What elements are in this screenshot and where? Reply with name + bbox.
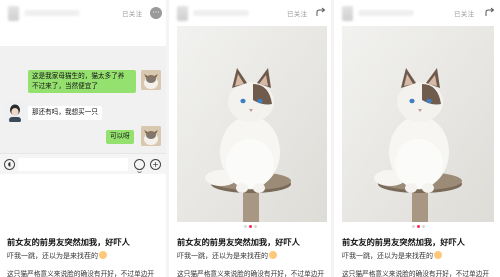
page-dot <box>254 225 257 228</box>
chat-bubble-them: 那还有吗，我想买一只 <box>28 106 102 120</box>
chat-text: 那还有吗，我想买一只 <box>32 108 98 116</box>
post-header: 已关注 ··· <box>0 0 166 28</box>
cat-photo[interactable] <box>177 26 327 222</box>
contact-avatar <box>5 102 25 122</box>
message-input[interactable] <box>18 158 128 171</box>
ragdoll-cat-image <box>177 26 327 222</box>
share-icon[interactable] <box>315 7 327 19</box>
chat-text: 这是我家母猫生的，猫太多了养 <box>32 72 125 80</box>
post-title[interactable]: 前女友的前男友突然加我，好吓人 <box>7 236 130 248</box>
author-avatar[interactable] <box>177 6 188 21</box>
cat-photo[interactable] <box>342 26 494 222</box>
cat-avatar <box>141 126 161 146</box>
face-emoji-icon <box>269 251 277 259</box>
author-avatar[interactable] <box>8 6 19 21</box>
page-dot <box>412 225 415 228</box>
cat-avatar-icon <box>141 126 161 146</box>
post-title[interactable]: 前女友的前男友突然加我，好吓人 <box>177 236 300 248</box>
follow-status[interactable]: 已关注 <box>122 8 142 18</box>
author-name[interactable] <box>193 10 249 16</box>
page-dot-active <box>249 225 252 228</box>
more-icon[interactable]: ··· <box>150 7 162 19</box>
chat-bubble-me: 这是我家母猫生的，猫太多了养 不过来了，当然便宜了 <box>28 70 136 93</box>
page-dot-active <box>417 225 420 228</box>
chat-text: 可以呀 <box>110 132 130 140</box>
post-panel-photo: 已关注 前女友的前男友突然加我，好吓人 吓我一跳，还以为是来找茬的 这只猫严格意… <box>169 0 331 277</box>
page-dot <box>422 225 425 228</box>
post-header: 已关注 <box>334 0 500 28</box>
chat-bubble-me: 可以呀 <box>106 130 134 144</box>
face-emoji-icon <box>434 251 442 259</box>
cat-avatar <box>141 70 161 90</box>
post-subtitle: 吓我一跳，还以为是来找茬的 <box>342 251 442 261</box>
author-name[interactable] <box>24 10 80 16</box>
post-description: 这只猫严格意义来说脸的确没有开好，不过单边开 <box>342 270 490 277</box>
smile-icon <box>137 168 142 173</box>
ragdoll-cat-image <box>342 26 494 222</box>
chat-input-bar: ◖ + <box>0 153 166 174</box>
plus-icon[interactable]: + <box>150 159 161 170</box>
person-avatar-icon <box>5 102 25 122</box>
face-emoji-icon <box>99 251 107 259</box>
post-panel-chat: 已关注 ··· 这是我家母猫生的，猫太多了养 不过来了，当然便宜了 那还有吗，我… <box>0 0 166 277</box>
post-panel-photo: 已关注 前女友的前男友突然加我，好吓人 吓我一跳，还以为是来找茬的 这只猫严格意… <box>334 0 500 277</box>
post-subtitle: 吓我一跳，还以为是来找茬的 <box>7 251 107 261</box>
voice-icon[interactable]: ◖ <box>4 159 15 170</box>
author-avatar[interactable] <box>342 6 353 21</box>
chat-text: 不过来了，当然便宜了 <box>32 81 98 90</box>
follow-status[interactable]: 已关注 <box>287 8 307 18</box>
emoji-icon[interactable] <box>134 159 145 173</box>
post-subtitle: 吓我一跳，还以为是来找茬的 <box>177 251 277 261</box>
chat-conversation: 这是我家母猫生的，猫太多了养 不过来了，当然便宜了 那还有吗，我想买一只 可以呀 <box>0 46 166 153</box>
post-description: 这只猫严格意义来说脸的确没有开好，不过单边开 <box>7 270 155 277</box>
author-name[interactable] <box>358 10 414 16</box>
cat-avatar-icon <box>141 70 161 90</box>
follow-status[interactable]: 已关注 <box>454 8 474 18</box>
page-dot <box>244 225 247 228</box>
post-title[interactable]: 前女友的前男友突然加我，好吓人 <box>342 236 465 248</box>
post-description: 这只猫严格意义来说脸的确没有开好，不过单边开 <box>177 270 325 277</box>
share-icon[interactable] <box>484 7 496 19</box>
post-header: 已关注 <box>169 0 331 28</box>
